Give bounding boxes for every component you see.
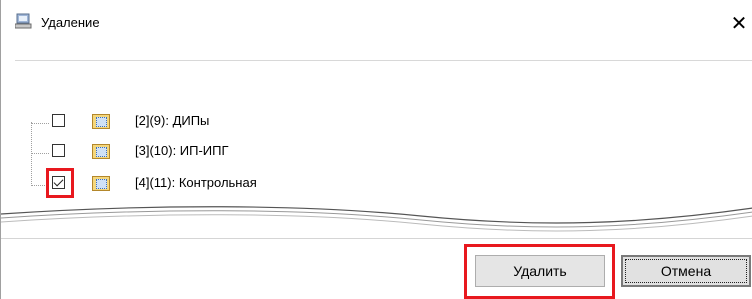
checkbox-dipy[interactable] [52, 114, 65, 127]
cancel-button[interactable]: Отмена [621, 255, 751, 287]
footer-divider [1, 238, 752, 239]
checkbox-kontrolnaya[interactable] [52, 176, 65, 189]
delete-dialog: Удаление ✕ [2](9): ДИПы [3](10): ИП-ИПГ … [0, 0, 752, 299]
computer-icon [14, 13, 32, 29]
tree-item-label: [2](9): ДИПы [135, 113, 210, 128]
tree-item-kontrolnaya[interactable]: [4](11): Контрольная [1, 168, 401, 198]
title-bar: Удаление ✕ [1, 0, 752, 35]
item-tree: [2](9): ДИПы [3](10): ИП-ИПГ [4](11): Ко… [1, 100, 601, 210]
checkbox-ip-ipg[interactable] [52, 144, 65, 157]
tree-item-label: [3](10): ИП-ИПГ [135, 143, 229, 158]
group-icon [92, 176, 110, 191]
group-icon [92, 144, 110, 159]
delete-button[interactable]: Удалить [475, 255, 605, 287]
tree-item-dipy[interactable]: [2](9): ДИПы [1, 112, 401, 134]
title-divider [15, 60, 752, 61]
torn-edge-divider [1, 206, 752, 232]
group-icon [92, 114, 110, 129]
close-icon[interactable]: ✕ [726, 12, 752, 35]
window-title: Удаление [41, 15, 100, 30]
tree-item-ip-ipg[interactable]: [3](10): ИП-ИПГ [1, 142, 401, 164]
tree-item-label: [4](11): Контрольная [135, 175, 257, 190]
